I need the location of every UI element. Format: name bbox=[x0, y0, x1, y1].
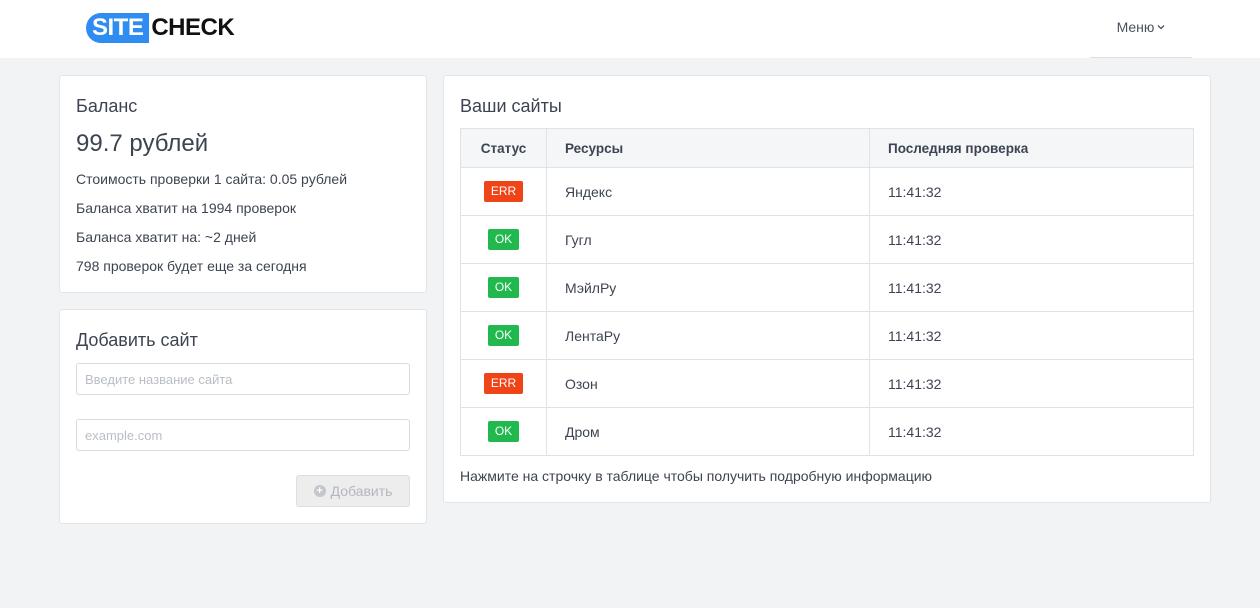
resource-cell: Яндекс bbox=[546, 167, 870, 216]
resource-cell: Озон bbox=[546, 359, 870, 408]
table-row[interactable]: OK Гугл 11:41:32 bbox=[460, 215, 1194, 264]
last-check-cell: 11:41:32 bbox=[869, 215, 1194, 264]
status-cell: ERR bbox=[460, 167, 547, 216]
balance-card: Баланс 99.7 рублей Стоимость проверки 1 … bbox=[59, 75, 427, 293]
logo-site-part: SITE bbox=[86, 13, 150, 43]
resource-cell: МэйлРу bbox=[546, 263, 870, 312]
add-site-title: Добавить сайт bbox=[76, 330, 198, 350]
add-site-button[interactable]: + Добавить bbox=[296, 475, 410, 507]
status-cell: OK bbox=[460, 263, 547, 312]
status-cell: OK bbox=[460, 407, 547, 456]
checks-today-text: 798 проверок будет еще за сегодня bbox=[76, 258, 307, 274]
balance-amount: 99.7 рублей bbox=[76, 130, 209, 157]
sites-card: Ваши сайты Статус Ресурсы Последняя пров… bbox=[443, 75, 1211, 503]
menu-label: Меню bbox=[1116, 18, 1155, 35]
status-cell: ERR bbox=[460, 359, 547, 408]
table-header-row: Статус Ресурсы Последняя проверка bbox=[460, 128, 1194, 168]
resource-cell: Гугл bbox=[546, 215, 870, 264]
status-cell: OK bbox=[460, 311, 547, 360]
table-row[interactable]: ERR Озон 11:41:32 bbox=[460, 359, 1194, 408]
sites-title: Ваши сайты bbox=[460, 96, 562, 116]
table-row[interactable]: OK МэйлРу 11:41:32 bbox=[460, 263, 1194, 312]
check-cost-text: Стоимость проверки 1 сайта: 0.05 рублей bbox=[76, 171, 348, 187]
add-site-button-label: Добавить bbox=[330, 483, 393, 499]
status-badge: OK bbox=[487, 421, 520, 442]
status-cell: OK bbox=[460, 215, 547, 264]
chevron-down-icon bbox=[1157, 24, 1165, 29]
column-header-last-check[interactable]: Последняя проверка bbox=[869, 128, 1194, 168]
menu-dropdown[interactable]: Меню bbox=[1090, 0, 1192, 58]
balance-title: Баланс bbox=[76, 96, 138, 116]
checks-available-text: Баланса хватит на 1994 проверок bbox=[76, 200, 296, 216]
status-badge: ERR bbox=[483, 373, 524, 394]
site-name-input[interactable] bbox=[76, 363, 410, 395]
last-check-cell: 11:41:32 bbox=[869, 407, 1194, 456]
column-header-resource[interactable]: Ресурсы bbox=[546, 128, 870, 168]
status-badge: OK bbox=[487, 229, 520, 250]
days-available-text: Баланса хватит на: ~2 дней bbox=[76, 229, 257, 245]
plus-circle-icon: + bbox=[313, 485, 326, 497]
column-header-status[interactable]: Статус bbox=[460, 128, 547, 168]
table-row[interactable]: OK ЛентаРу 11:41:32 bbox=[460, 311, 1194, 360]
status-badge: OK bbox=[487, 277, 520, 298]
resource-cell: ЛентаРу bbox=[546, 311, 870, 360]
site-url-input[interactable] bbox=[76, 419, 410, 451]
status-badge: OK bbox=[487, 325, 520, 346]
status-badge: ERR bbox=[483, 181, 524, 202]
sites-table: Статус Ресурсы Последняя проверка ERR Янд… bbox=[460, 128, 1194, 456]
site-logo[interactable]: SITE CHECK bbox=[86, 13, 235, 43]
last-check-cell: 11:41:32 bbox=[869, 263, 1194, 312]
table-hint: Нажмите на строчку в таблице чтобы получ… bbox=[460, 468, 933, 484]
resource-cell: Дром bbox=[546, 407, 870, 456]
table-row[interactable]: OK Дром 11:41:32 bbox=[460, 407, 1194, 456]
last-check-cell: 11:41:32 bbox=[869, 359, 1194, 408]
add-site-card: Добавить сайт + Добавить bbox=[59, 309, 427, 524]
last-check-cell: 11:41:32 bbox=[869, 167, 1194, 216]
logo-check-part: CHECK bbox=[151, 14, 235, 41]
top-navbar: SITE CHECK Меню bbox=[0, 0, 1260, 58]
last-check-cell: 11:41:32 bbox=[869, 311, 1194, 360]
table-row[interactable]: ERR Яндекс 11:41:32 bbox=[460, 167, 1194, 216]
